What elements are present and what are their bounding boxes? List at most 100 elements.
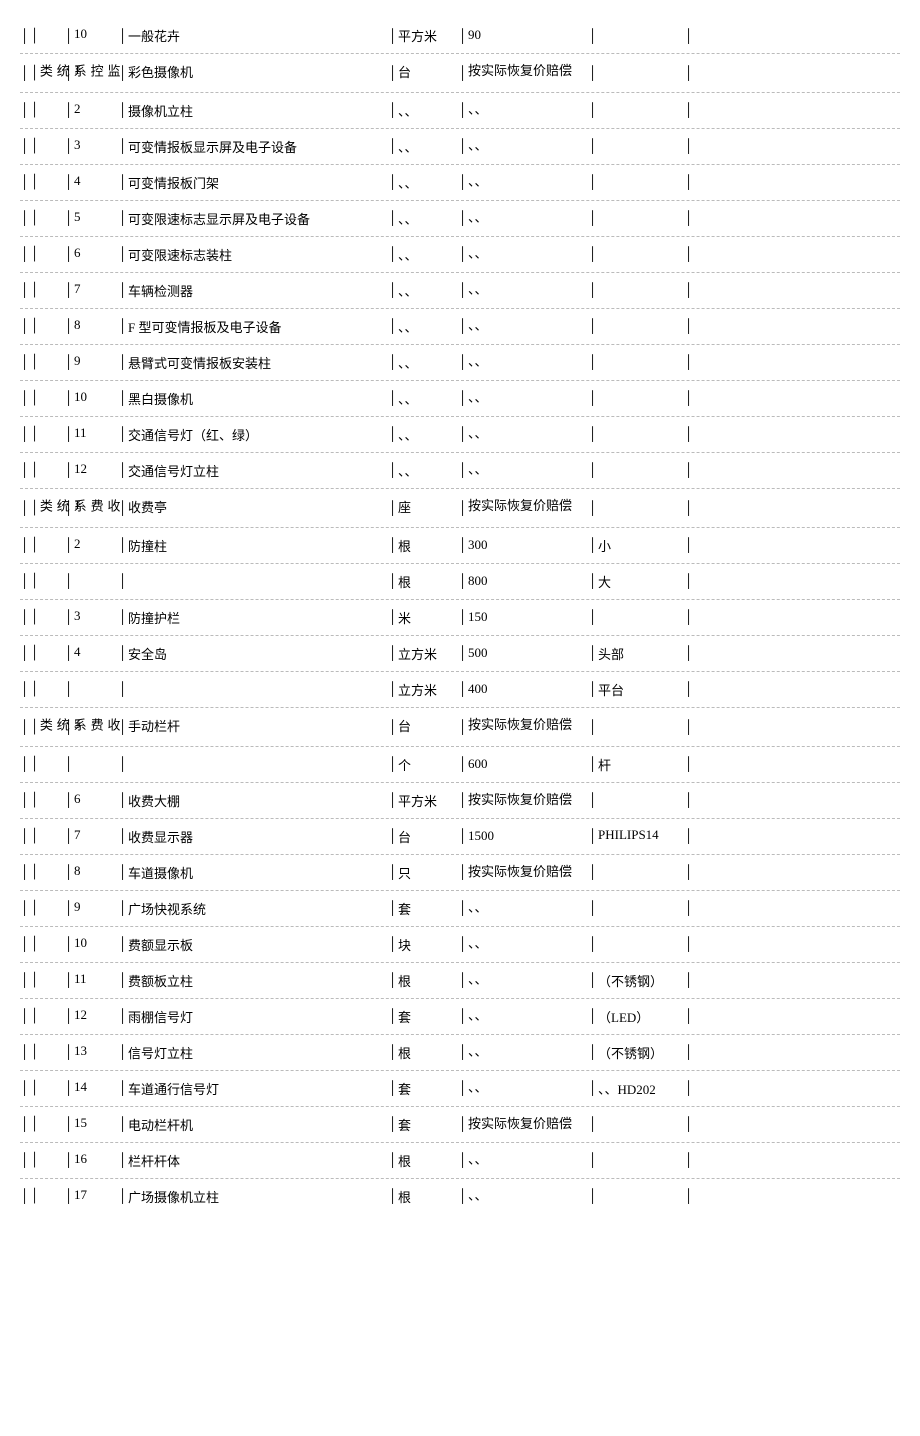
table-row: │││14│车道通行信号灯│套│、、│、、HD202│ bbox=[20, 1073, 900, 1104]
table-row: │││8│车道摄像机│只│按实际恢复价赔偿││ bbox=[20, 857, 900, 888]
note-cell: │杆 bbox=[584, 749, 684, 780]
category-cell: │ bbox=[26, 95, 60, 126]
price-cell: │、、 bbox=[454, 167, 584, 198]
unit-cell: │套 bbox=[384, 1073, 454, 1104]
unit-cell: │米 bbox=[384, 602, 454, 633]
note-cell: │ bbox=[584, 455, 684, 486]
unit-cell: │根 bbox=[384, 1181, 454, 1212]
item-name: │交通信号灯立柱 bbox=[114, 455, 384, 486]
table-row: │││││根│800│大│ bbox=[20, 566, 900, 597]
row-number: │ bbox=[60, 749, 114, 780]
category-cell: │ bbox=[26, 638, 60, 669]
row-number: │16 bbox=[60, 1145, 114, 1176]
category-cell: │ bbox=[26, 1001, 60, 1032]
price-cell: │、、 bbox=[454, 347, 584, 378]
category-cell: │ bbox=[26, 1145, 60, 1176]
category-cell: │ bbox=[26, 167, 60, 198]
category-cell: │ bbox=[26, 530, 60, 561]
note-cell: │头部 bbox=[584, 638, 684, 669]
note-cell: │ bbox=[584, 167, 684, 198]
table-row: │││││个│600│杆│ bbox=[20, 749, 900, 780]
row-number: │4 bbox=[60, 638, 114, 669]
item-name: │防撞柱 bbox=[114, 530, 384, 561]
unit-cell: │块 bbox=[384, 929, 454, 960]
pricing-table: │││10│一般花卉│平方米│90││││监控系统类│1│彩色摄像机│台│按实际… bbox=[20, 20, 900, 1212]
unit-cell: │、、 bbox=[384, 203, 454, 234]
row-number: │3 bbox=[60, 131, 114, 162]
table-row: │││12│交通信号灯立柱│、、│、、││ bbox=[20, 455, 900, 486]
item-name: │ bbox=[114, 749, 384, 780]
row-separator bbox=[20, 818, 900, 819]
row-separator bbox=[20, 998, 900, 999]
row-separator bbox=[20, 890, 900, 891]
price-cell: │、、 bbox=[454, 131, 584, 162]
row-number: │ bbox=[60, 566, 114, 597]
row-separator bbox=[20, 854, 900, 855]
item-name: │可变限速标志显示屏及电子设备 bbox=[114, 203, 384, 234]
table-row: │││15│电动栏杆机│套│按实际恢复价赔偿││ bbox=[20, 1109, 900, 1140]
row-separator bbox=[20, 1106, 900, 1107]
table-row: │││8│F 型可变情报板及电子设备│、、│、、││ bbox=[20, 311, 900, 342]
note-cell: │ bbox=[584, 56, 684, 90]
price-cell: │按实际恢复价赔偿 bbox=[454, 857, 584, 888]
table-row: │││9│广场快视系统│套│、、││ bbox=[20, 893, 900, 924]
row-number: │5 bbox=[60, 203, 114, 234]
table-row: │││7│收费显示器│台│1500│PHILIPS14│ bbox=[20, 821, 900, 852]
category-cell: │ bbox=[26, 785, 60, 816]
unit-cell: │台 bbox=[384, 56, 454, 90]
price-cell: │、、 bbox=[454, 1001, 584, 1032]
row-separator bbox=[20, 308, 900, 309]
row-separator bbox=[20, 272, 900, 273]
table-row: │││5│可变限速标志显示屏及电子设备│、、│、、││ bbox=[20, 203, 900, 234]
unit-cell: │、、 bbox=[384, 311, 454, 342]
note-cell: │ bbox=[584, 785, 684, 816]
note-cell: │ bbox=[584, 1145, 684, 1176]
row-number: │11 bbox=[60, 965, 114, 996]
category-cell: │ bbox=[26, 347, 60, 378]
unit-cell: │、、 bbox=[384, 131, 454, 162]
category-cell: │ bbox=[26, 203, 60, 234]
item-name: │费额显示板 bbox=[114, 929, 384, 960]
item-name: │黑白摄像机 bbox=[114, 383, 384, 414]
row-separator bbox=[20, 782, 900, 783]
row-separator bbox=[20, 527, 900, 528]
item-name: │广场快视系统 bbox=[114, 893, 384, 924]
category-cell: │监控系统类 bbox=[26, 56, 60, 90]
unit-cell: │立方米 bbox=[384, 674, 454, 705]
note-cell: │PHILIPS14 bbox=[584, 821, 684, 852]
price-cell: │、、 bbox=[454, 275, 584, 306]
note-cell: │平台 bbox=[584, 674, 684, 705]
price-cell: │、、 bbox=[454, 419, 584, 450]
table-row: │││4│可变情报板门架│、、│、、││ bbox=[20, 167, 900, 198]
item-name: │电动栏杆机 bbox=[114, 1109, 384, 1140]
category-cell: │ bbox=[26, 455, 60, 486]
row-number: │10 bbox=[60, 929, 114, 960]
unit-cell: │、、 bbox=[384, 419, 454, 450]
unit-cell: │只 bbox=[384, 857, 454, 888]
row-number: │7 bbox=[60, 275, 114, 306]
table-row: │││7│车辆检测器│、、│、、││ bbox=[20, 275, 900, 306]
item-name: │费额板立柱 bbox=[114, 965, 384, 996]
note-cell: │ bbox=[584, 347, 684, 378]
table-row: │││12│雨棚信号灯│套│、、│（LED）│ bbox=[20, 1001, 900, 1032]
note-cell: │ bbox=[584, 1181, 684, 1212]
row-number: │15 bbox=[60, 1109, 114, 1140]
item-name: │可变限速标志装柱 bbox=[114, 239, 384, 270]
note-cell: │ bbox=[584, 20, 684, 51]
row-number: │6 bbox=[60, 785, 114, 816]
category-cell: │ bbox=[26, 857, 60, 888]
table-row: │││11│费额板立柱│根│、、│（不锈钢）│ bbox=[20, 965, 900, 996]
table-row: │││9│悬臂式可变情报板安装柱│、、│、、││ bbox=[20, 347, 900, 378]
row-number: │9 bbox=[60, 893, 114, 924]
item-name: │栏杆杆体 bbox=[114, 1145, 384, 1176]
category-cell: │ bbox=[26, 1037, 60, 1068]
row-number: │2 bbox=[60, 95, 114, 126]
row-separator bbox=[20, 563, 900, 564]
unit-cell: │平方米 bbox=[384, 785, 454, 816]
price-cell: │按实际恢复价赔偿 bbox=[454, 785, 584, 816]
row-separator bbox=[20, 746, 900, 747]
price-cell: │800 bbox=[454, 566, 584, 597]
category-cell: │ bbox=[26, 965, 60, 996]
row-separator bbox=[20, 416, 900, 417]
row-separator bbox=[20, 1178, 900, 1179]
